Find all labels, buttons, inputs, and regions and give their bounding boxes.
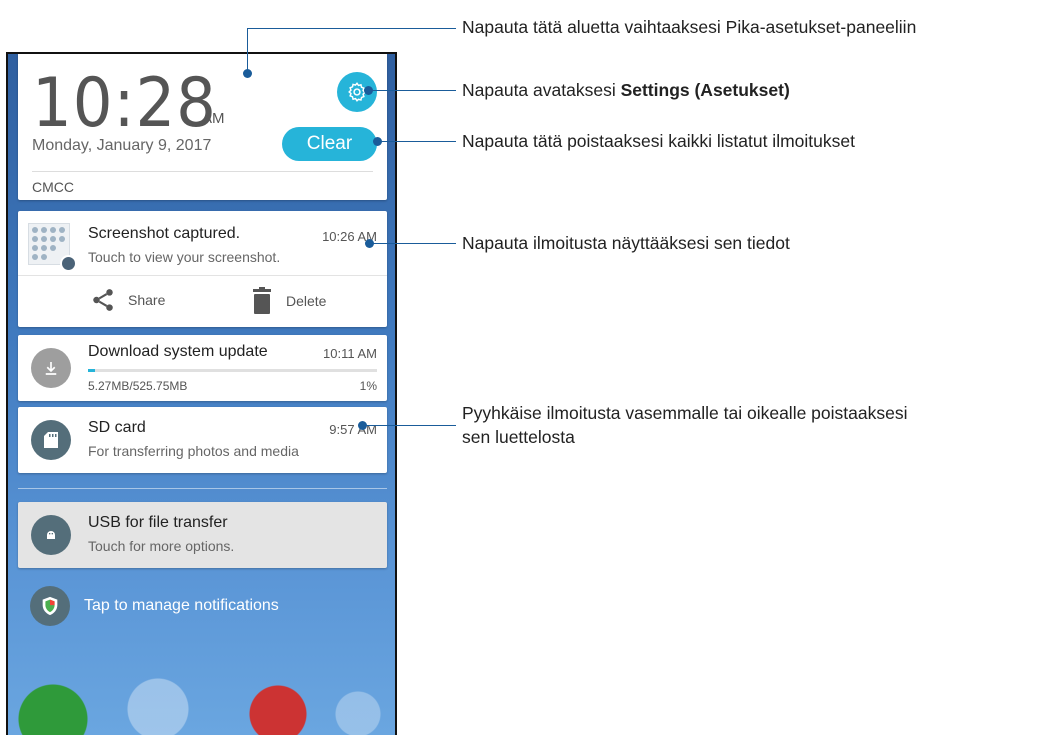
android-icon xyxy=(31,515,71,555)
quick-settings-header[interactable]: 10:28 AM Monday, January 9, 2017 Clear C… xyxy=(18,54,387,200)
callout-swipe-line1: Pyyhkäise ilmoitusta vasemmalle tai oike… xyxy=(462,403,908,423)
callout-dot xyxy=(358,421,367,430)
clear-all-button[interactable]: Clear xyxy=(282,127,377,161)
callout-line xyxy=(247,28,248,73)
notification-manager-icon xyxy=(30,586,70,626)
manage-notifications-label: Tap to manage notifications xyxy=(84,597,279,614)
notification-title: Screenshot captured. xyxy=(88,225,241,242)
download-progress-fill xyxy=(88,369,95,372)
notification-panel: 10:28 AM Monday, January 9, 2017 Clear C… xyxy=(6,52,397,735)
delete-button[interactable]: Delete xyxy=(250,287,326,315)
callout-details: Napauta ilmoitusta näyttääksesi sen tied… xyxy=(462,233,790,253)
callout-dot xyxy=(364,86,373,95)
clock-time: 10:28 xyxy=(32,64,217,143)
action-divider xyxy=(18,275,387,276)
callout-dot xyxy=(365,239,374,248)
notification-subtitle: For transferring photos and media xyxy=(88,443,299,459)
clock-ampm: AM xyxy=(202,110,225,127)
manage-notifications-row[interactable]: Tap to manage notifications xyxy=(30,586,279,626)
callout-line xyxy=(369,243,456,244)
notification-title: USB for file transfer xyxy=(88,514,228,531)
callout-settings-prefix: Napauta avataksesi xyxy=(462,80,621,100)
download-icon xyxy=(31,348,71,388)
download-size: 5.27MB/525.75MB xyxy=(88,379,188,393)
callout-line xyxy=(377,141,456,142)
carrier-label: CMCC xyxy=(32,179,74,195)
callout-swipe-line2: sen luettelosta xyxy=(462,427,575,447)
download-progress-bar xyxy=(88,369,377,372)
callout-line xyxy=(368,90,456,91)
notification-title: Download system update xyxy=(88,343,268,360)
share-button[interactable]: Share xyxy=(90,287,165,313)
callout-swipe: Pyyhkäise ilmoitusta vasemmalle tai oike… xyxy=(462,401,907,449)
header-divider xyxy=(32,171,373,172)
callout-dot xyxy=(373,137,382,146)
callout-settings-bold: Settings (Asetukset) xyxy=(620,80,790,100)
notification-time: 10:11 AM xyxy=(323,346,377,361)
trash-icon xyxy=(253,287,271,314)
notification-subtitle: Touch to view your screenshot. xyxy=(88,249,281,265)
callout-line xyxy=(247,28,456,29)
notification-title: SD card xyxy=(88,419,146,436)
download-percent: 1% xyxy=(359,379,377,393)
notification-screenshot[interactable]: Screenshot captured. Touch to view your … xyxy=(18,211,387,327)
notification-download[interactable]: Download system update 10:11 AM 5.27MB/5… xyxy=(18,335,387,401)
callout-quick-settings: Napauta tätä aluetta vaihtaaksesi Pika-a… xyxy=(462,17,917,37)
callout-settings: Napauta avataksesi Settings (Asetukset) xyxy=(462,78,790,102)
gallery-badge-icon xyxy=(60,255,77,272)
date-label: Monday, January 9, 2017 xyxy=(32,137,212,154)
callout-dot xyxy=(243,69,252,78)
section-divider xyxy=(18,488,387,489)
callout-clear: Napauta tätä poistaaksesi kaikki listatu… xyxy=(462,131,855,151)
share-label: Share xyxy=(128,292,166,308)
sd-card-icon xyxy=(31,420,71,460)
notification-sd-card[interactable]: SD card For transferring photos and medi… xyxy=(18,407,387,473)
notification-subtitle: Touch for more options. xyxy=(88,538,235,554)
notification-usb[interactable]: USB for file transfer Touch for more opt… xyxy=(18,502,387,568)
share-icon xyxy=(93,289,113,311)
delete-label: Delete xyxy=(286,293,327,309)
callout-line xyxy=(362,425,456,426)
